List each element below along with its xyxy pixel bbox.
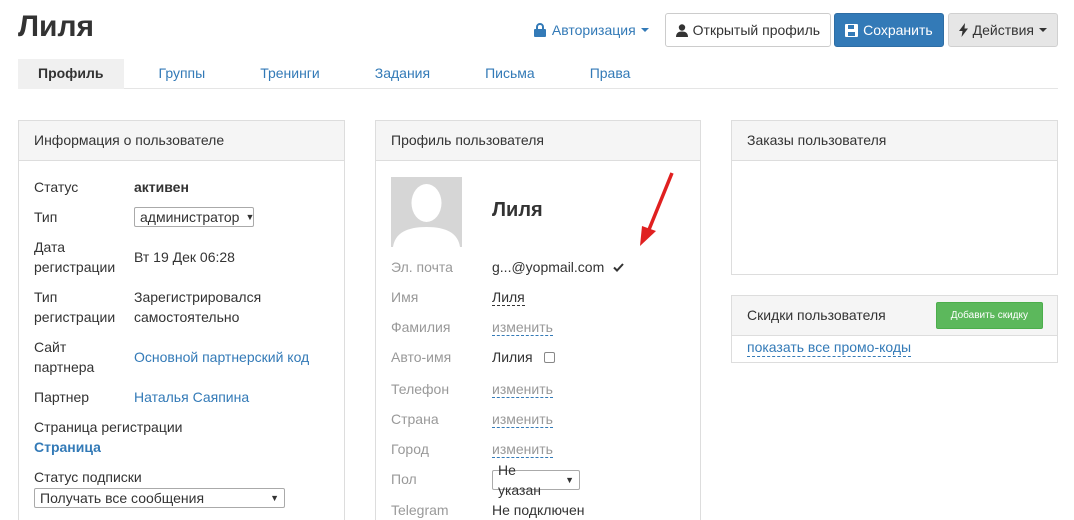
city-edit-link[interactable]: изменить	[492, 441, 553, 458]
status-value: активен	[134, 179, 189, 195]
first-name-value[interactable]: Лиля	[492, 289, 525, 306]
first-name-label: Имя	[391, 289, 419, 305]
tab-trainings[interactable]: Тренинги	[240, 59, 340, 89]
tab-tasks[interactable]: Задания	[355, 59, 450, 89]
open-profile-button[interactable]: Открытый профиль	[664, 13, 832, 47]
avatar[interactable]	[391, 177, 462, 247]
auto-name-checkbox[interactable]	[544, 352, 556, 363]
add-discount-button[interactable]: Добавить скидку	[935, 302, 1043, 329]
email-label: Эл. почта	[391, 259, 453, 275]
gender-label: Пол	[391, 471, 417, 487]
save-label: Сохранить	[863, 22, 933, 38]
page-title: Лиля	[18, 10, 95, 43]
caret-down-icon	[640, 28, 649, 32]
red-arrow-annotation	[636, 170, 676, 251]
profile-heading: Профиль пользователя	[376, 121, 700, 161]
auto-name-label: Авто-имя	[391, 349, 452, 365]
orders-heading: Заказы пользователя	[732, 121, 1057, 161]
reg-date-value: Вт 19 Дек 06:28	[134, 249, 235, 265]
orders-panel: Заказы пользователя	[731, 120, 1058, 275]
check-icon	[613, 259, 624, 275]
type-label: Тип	[34, 209, 58, 225]
type-select-value: администратор	[140, 209, 240, 225]
subscription-select[interactable]: Получать все сообщения ▼	[34, 488, 285, 508]
city-label: Город	[391, 441, 429, 457]
auth-label: Авторизация	[551, 22, 636, 38]
partner-label: Партнер	[34, 389, 90, 405]
phone-label: Телефон	[391, 381, 450, 397]
open-profile-label: Открытый профиль	[692, 22, 821, 38]
partner-site-link[interactable]: Основной партнерский код	[134, 347, 309, 367]
subscription-label: Статус подписки	[34, 469, 142, 485]
email-value: g...@yopmail.com	[492, 259, 605, 275]
select-arrow-icon: ▼	[565, 475, 574, 485]
type-select[interactable]: администратор ▼	[134, 207, 254, 227]
tab-bar: Профиль Группы Тренинги Задания Письма П…	[18, 59, 1058, 89]
user-info-panel: Информация о пользователе Статус активен…	[18, 120, 345, 520]
bolt-icon	[958, 23, 968, 37]
floppy-icon	[845, 23, 859, 37]
reg-date-label: Дата регистрации	[34, 239, 116, 275]
reg-page-link[interactable]: Страница	[34, 437, 101, 457]
caret-down-icon	[1039, 28, 1047, 32]
user-icon	[675, 23, 688, 37]
show-promo-codes-link[interactable]: показать все промо-коды	[747, 339, 912, 357]
select-arrow-icon: ▼	[270, 493, 279, 503]
tab-groups[interactable]: Группы	[139, 59, 226, 89]
email-row: g...@yopmail.com	[492, 257, 624, 277]
reg-type-value: Зарегистрировался самостоятельно	[134, 289, 262, 325]
partner-site-label: Сайт партнера	[34, 339, 95, 375]
last-name-edit-link[interactable]: изменить	[492, 319, 553, 336]
status-label: Статус	[34, 179, 79, 195]
actions-dropdown-button[interactable]: Действия	[947, 13, 1058, 47]
user-info-heading: Информация о пользователе	[19, 121, 344, 161]
partner-link[interactable]: Наталья Саяпина	[134, 387, 249, 407]
telegram-label: Telegram	[391, 502, 449, 518]
select-arrow-icon: ▼	[245, 212, 255, 222]
gender-select[interactable]: Не указан ▼	[492, 462, 580, 498]
reg-type-label: Тип регистрации	[34, 289, 116, 325]
lock-icon	[533, 23, 547, 37]
country-label: Страна	[391, 411, 439, 427]
phone-edit-link[interactable]: изменить	[492, 381, 553, 398]
actions-label: Действия	[972, 22, 1034, 38]
country-edit-link[interactable]: изменить	[492, 411, 553, 428]
telegram-value: Не подключен	[492, 502, 585, 518]
auto-name-value: Лилия	[492, 349, 533, 365]
discounts-panel: Скидки пользователя Добавить скидку пока…	[731, 295, 1058, 363]
last-name-label: Фамилия	[391, 319, 451, 335]
profile-name: Лиля	[492, 199, 543, 221]
auth-dropdown[interactable]: Авторизация	[533, 22, 649, 38]
tab-letters[interactable]: Письма	[465, 59, 555, 89]
gender-select-value: Не указан	[498, 462, 541, 498]
subscription-select-value: Получать все сообщения	[40, 490, 205, 506]
top-actions: Авторизация Открытый профиль Сохранить Д…	[533, 13, 1058, 47]
save-button[interactable]: Сохранить	[834, 13, 944, 47]
tab-rights[interactable]: Права	[570, 59, 651, 89]
tab-profile[interactable]: Профиль	[18, 59, 124, 89]
reg-page-label: Страница регистрации	[34, 419, 183, 435]
